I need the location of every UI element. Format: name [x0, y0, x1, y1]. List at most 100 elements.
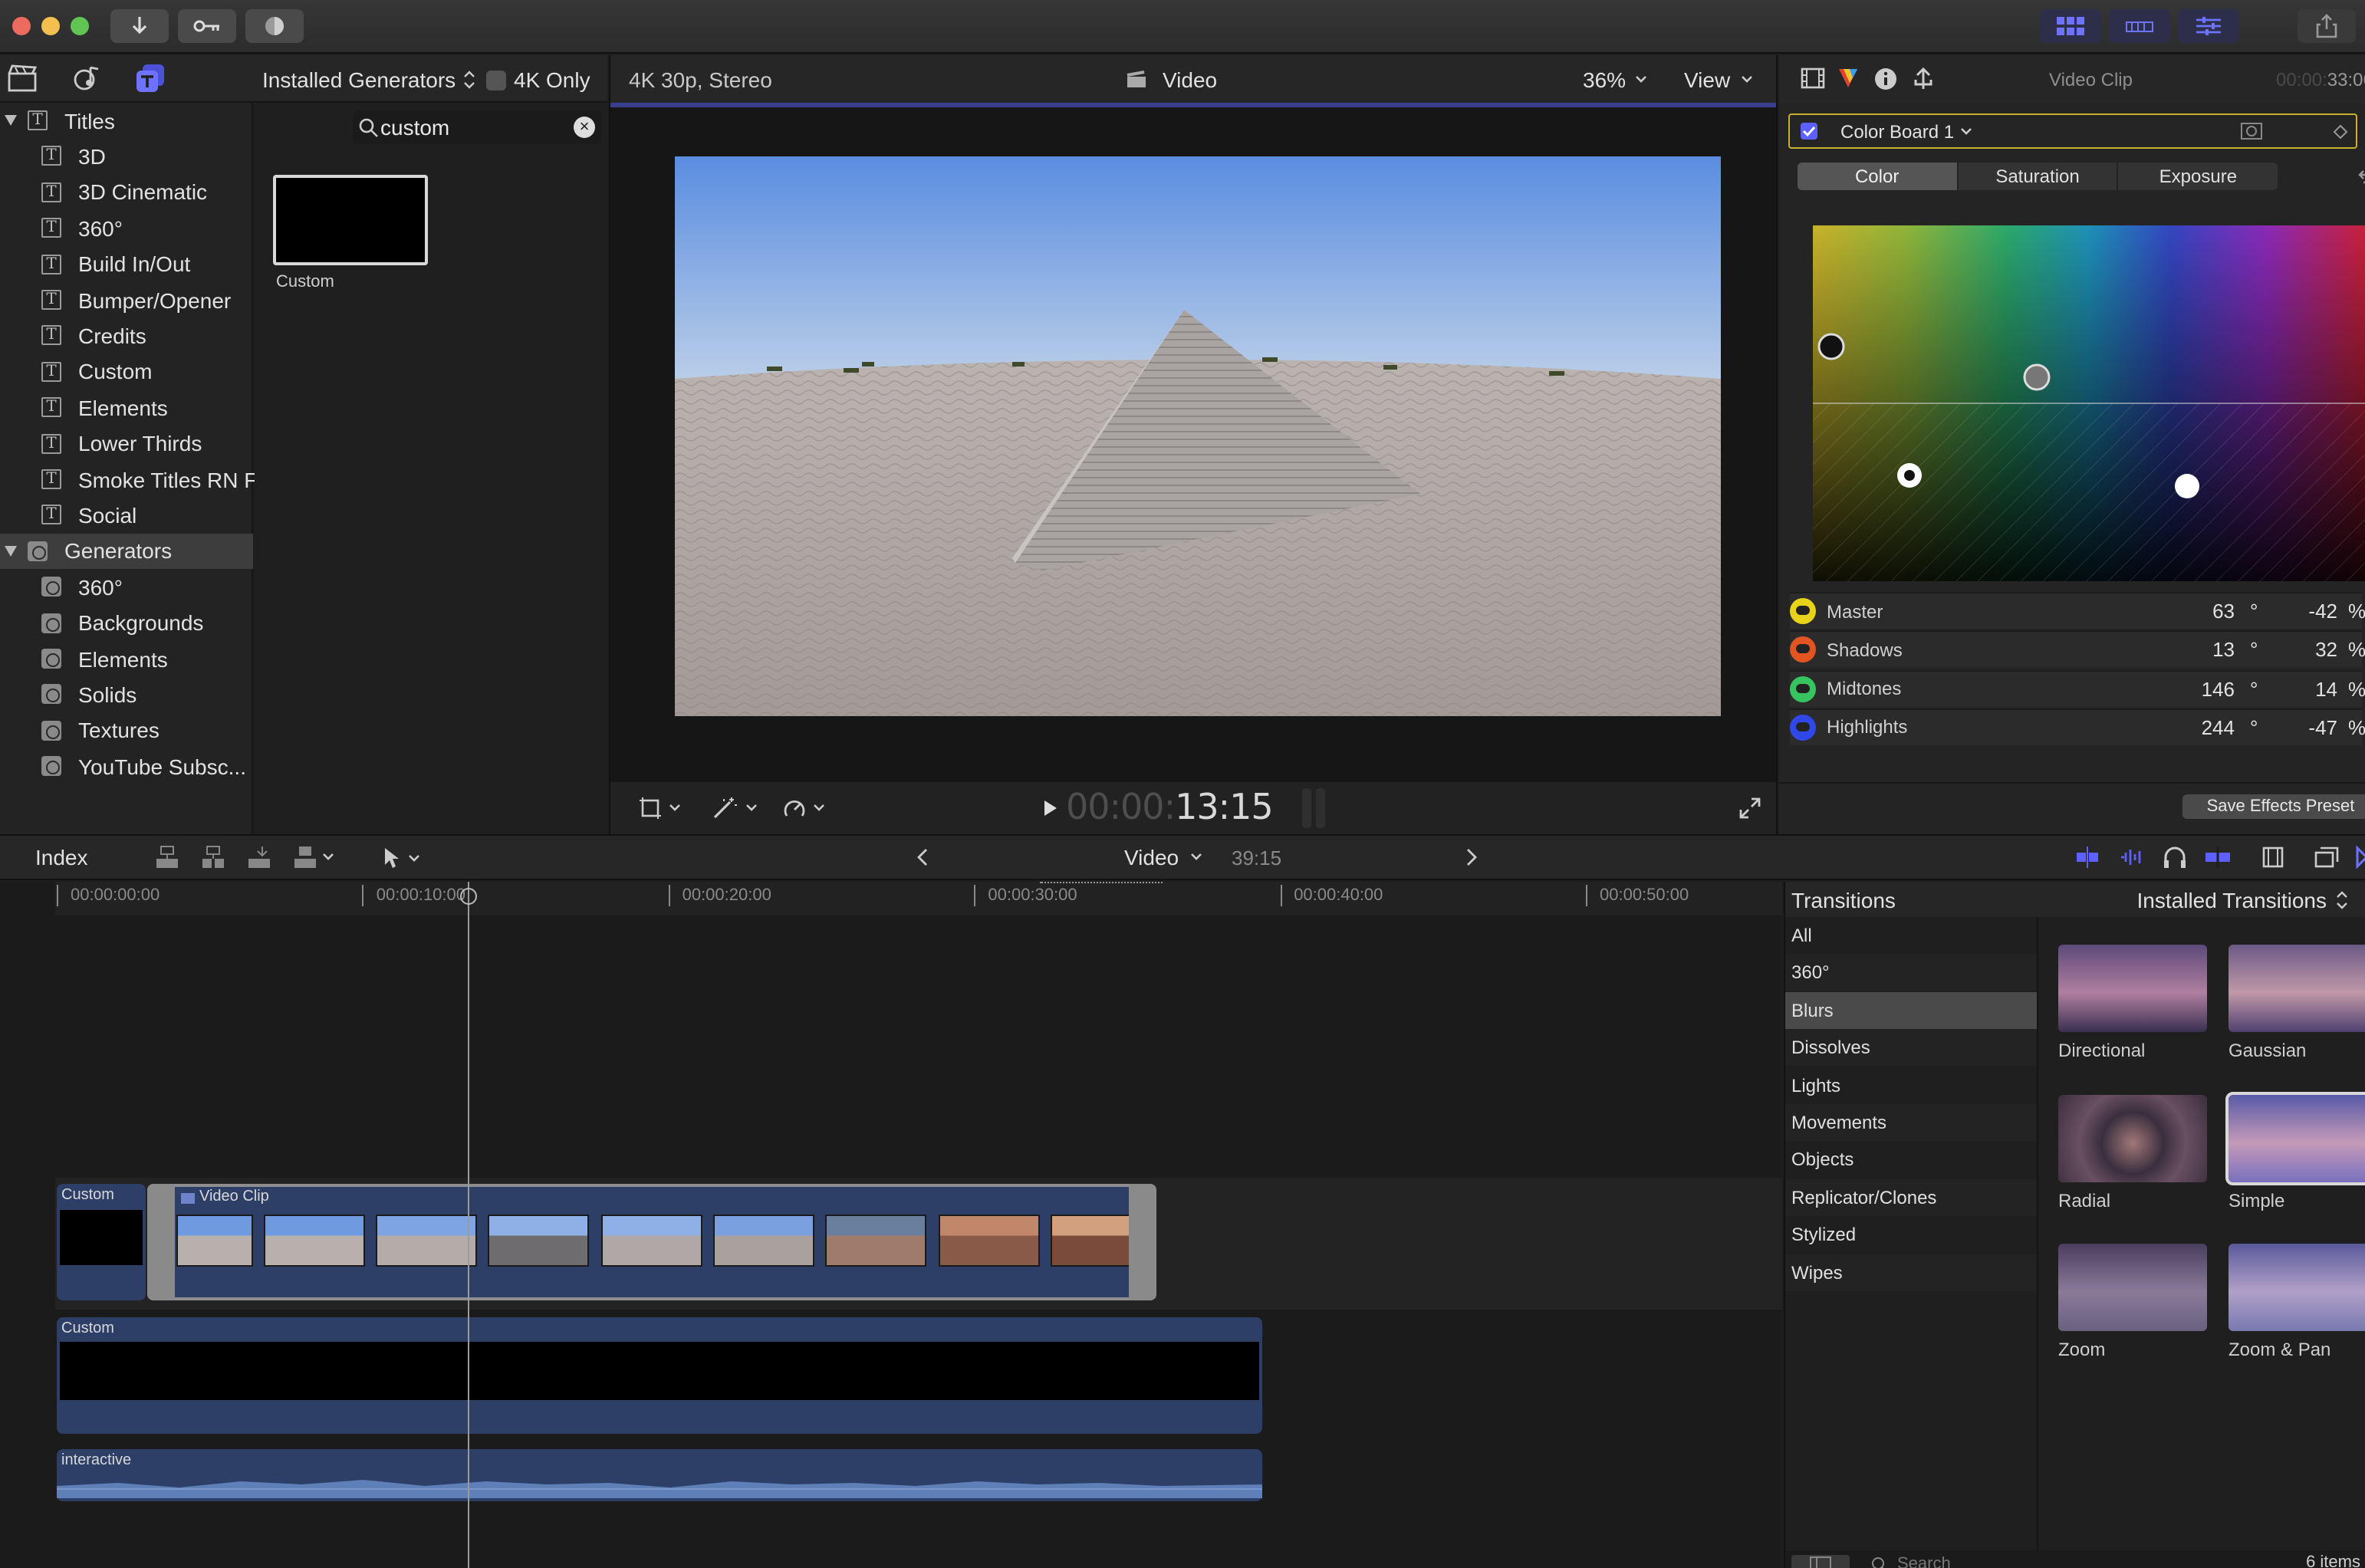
clear-search-icon[interactable]: ×	[574, 117, 595, 138]
sidebar-item[interactable]: 360°	[0, 569, 253, 604]
clip-trim-handle-left[interactable]	[147, 1184, 175, 1300]
sidebar-toggle-button[interactable]	[1791, 1555, 1850, 1568]
enhance-popup[interactable]	[712, 796, 758, 820]
transition-category[interactable]: Dissolves	[1785, 1029, 2037, 1067]
angle-field[interactable]: 63	[2182, 600, 2235, 623]
generator-thumbnail-custom[interactable]	[273, 175, 428, 265]
transition-thumbnail[interactable]	[2228, 1244, 2365, 1331]
keyframe-diamond-icon[interactable]	[2333, 124, 2348, 140]
close-window-button[interactable]	[12, 17, 31, 35]
angle-field[interactable]: 146	[2182, 677, 2235, 700]
retime-popup[interactable]	[782, 796, 825, 820]
tab-color[interactable]: Color	[1798, 163, 1957, 190]
import-button[interactable]	[110, 9, 169, 43]
clip-audio-interactive[interactable]: interactive	[57, 1449, 1262, 1501]
clip-video[interactable]: Video Clip	[147, 1184, 1156, 1300]
transition-category[interactable]: Movements	[1785, 1104, 2037, 1141]
video-frame[interactable]	[675, 156, 1721, 716]
sidebar-group-titles[interactable]: T Titles	[0, 103, 253, 138]
insert-clip-icon[interactable]	[201, 845, 225, 869]
viewer-zoom-popup[interactable]: 36%	[1583, 67, 1647, 92]
clip-trim-handle-right[interactable]	[1129, 1184, 1156, 1300]
color-board-canvas[interactable]	[1813, 225, 2365, 581]
transition-category[interactable]: Wipes	[1785, 1254, 2037, 1291]
timeline-forward-icon[interactable]	[1465, 848, 1477, 866]
transition-category[interactable]: Stylized	[1785, 1216, 2037, 1253]
disclosure-triangle-icon[interactable]	[5, 545, 17, 557]
sidebar-item[interactable]: Backgrounds	[0, 605, 253, 640]
sidebar-item[interactable]: Elements	[0, 641, 253, 676]
angle-field[interactable]: 13	[2182, 639, 2235, 662]
sidebar-item[interactable]: T 360°	[0, 210, 253, 245]
tab-exposure[interactable]: Exposure	[2117, 163, 2278, 190]
headphones-icon[interactable]	[2163, 845, 2187, 869]
transitions-search-field[interactable]: Search	[1865, 1553, 2325, 1568]
transition-category[interactable]: Replicator/Clones	[1785, 1178, 2037, 1216]
transition-category[interactable]: All	[1785, 917, 2037, 954]
sidebar-item[interactable]: YouTube Subsc...	[0, 748, 253, 784]
video-waveform-icon[interactable]	[2074, 845, 2101, 869]
transform-popup[interactable]	[638, 796, 681, 820]
audio-skimming-icon[interactable]	[2118, 845, 2146, 869]
master-puck[interactable]	[1817, 333, 1845, 360]
clip-custom-lower[interactable]: Custom	[57, 1317, 1262, 1434]
overwrite-popup[interactable]	[293, 845, 334, 869]
search-input[interactable]: custom	[380, 115, 449, 140]
fullscreen-button[interactable]	[1739, 797, 1761, 819]
sidebar-item[interactable]: Solids	[0, 677, 253, 712]
percent-field[interactable]: -47	[2296, 716, 2337, 739]
libraries-tab[interactable]	[8, 64, 38, 92]
timeline-back-icon[interactable]	[917, 848, 929, 866]
save-effects-preset-button[interactable]: Save Effects Preset	[2182, 794, 2365, 819]
zoom-window-button[interactable]	[71, 17, 89, 35]
sidebar-item[interactable]: T Smoke Titles RN Fr	[0, 462, 265, 497]
titles-generators-tab[interactable]	[135, 63, 166, 94]
background-tasks-button[interactable]	[245, 9, 304, 43]
share-button[interactable]	[2298, 9, 2356, 43]
sidebar-item[interactable]: T Build In/Out	[0, 246, 253, 281]
tab-saturation[interactable]: Saturation	[1956, 163, 2117, 190]
chevron-down-icon[interactable]	[1960, 127, 1972, 136]
transition-thumbnail[interactable]	[2058, 1244, 2207, 1331]
video-inspector-tab[interactable]	[1801, 67, 1825, 89]
timeline-index-button[interactable]: Index	[35, 845, 88, 869]
viewer-view-popup[interactable]: View	[1684, 67, 1753, 92]
timeline[interactable]: 00:00:00:00 00:00:10:00 00:00:20:00 00:00:3…	[0, 882, 1782, 1568]
color-inspector-tab[interactable]	[1837, 67, 1859, 89]
project-popup[interactable]: Video	[1124, 845, 1202, 869]
checkbox-box[interactable]	[486, 70, 506, 90]
minimize-window-button[interactable]	[41, 17, 60, 35]
tool-popup[interactable]	[382, 846, 420, 869]
play-button[interactable]	[1043, 799, 1058, 817]
sidebar-item[interactable]: T Bumper/Opener	[0, 282, 253, 317]
effect-header-color-board[interactable]: Color Board 1	[1788, 113, 2357, 149]
share-inspector-tab[interactable]	[1911, 67, 1936, 92]
effect-enable-checkbox[interactable]	[1801, 123, 1817, 140]
transition-category[interactable]: Lights	[1785, 1067, 2037, 1103]
show-browser-button[interactable]	[2040, 9, 2101, 43]
sidebar-item[interactable]: T Elements	[0, 390, 253, 425]
sidebar-item[interactable]: Textures	[0, 713, 253, 748]
show-timeline-button[interactable]	[2109, 9, 2170, 43]
percent-field[interactable]: 32	[2296, 639, 2337, 662]
highlights-puck[interactable]	[2175, 474, 2199, 498]
sidebar-item[interactable]: T 3D Cinematic	[0, 175, 253, 210]
append-clip-icon[interactable]	[247, 845, 271, 869]
photos-audio-tab[interactable]	[72, 64, 103, 92]
keywords-button[interactable]	[178, 9, 236, 43]
four-k-only-checkbox[interactable]: 4K Only	[486, 67, 590, 92]
color-board-row-master[interactable]: Master 63 ° -42%	[1790, 592, 2365, 629]
percent-field[interactable]: -42	[2296, 600, 2337, 623]
info-inspector-tab[interactable]	[1874, 67, 1897, 90]
color-board-row-highlights[interactable]: Highlights 244 ° -47%	[1790, 708, 2365, 745]
percent-field[interactable]: 14	[2296, 677, 2337, 700]
color-board-row-midtones[interactable]: Midtones 146 ° 14%	[1790, 669, 2365, 707]
angle-field[interactable]: 244	[2182, 716, 2235, 739]
effects-browser-icon[interactable]	[2314, 845, 2339, 869]
browser-mode-popup[interactable]: Installed Generators	[262, 67, 475, 92]
installed-transitions-popup[interactable]: Installed Transitions	[2137, 888, 2348, 912]
disclosure-triangle-icon[interactable]	[5, 115, 17, 126]
timeline-playhead[interactable]	[468, 882, 469, 1568]
playhead-head[interactable]	[460, 888, 477, 905]
sidebar-group-generators[interactable]: Generators	[0, 533, 253, 569]
